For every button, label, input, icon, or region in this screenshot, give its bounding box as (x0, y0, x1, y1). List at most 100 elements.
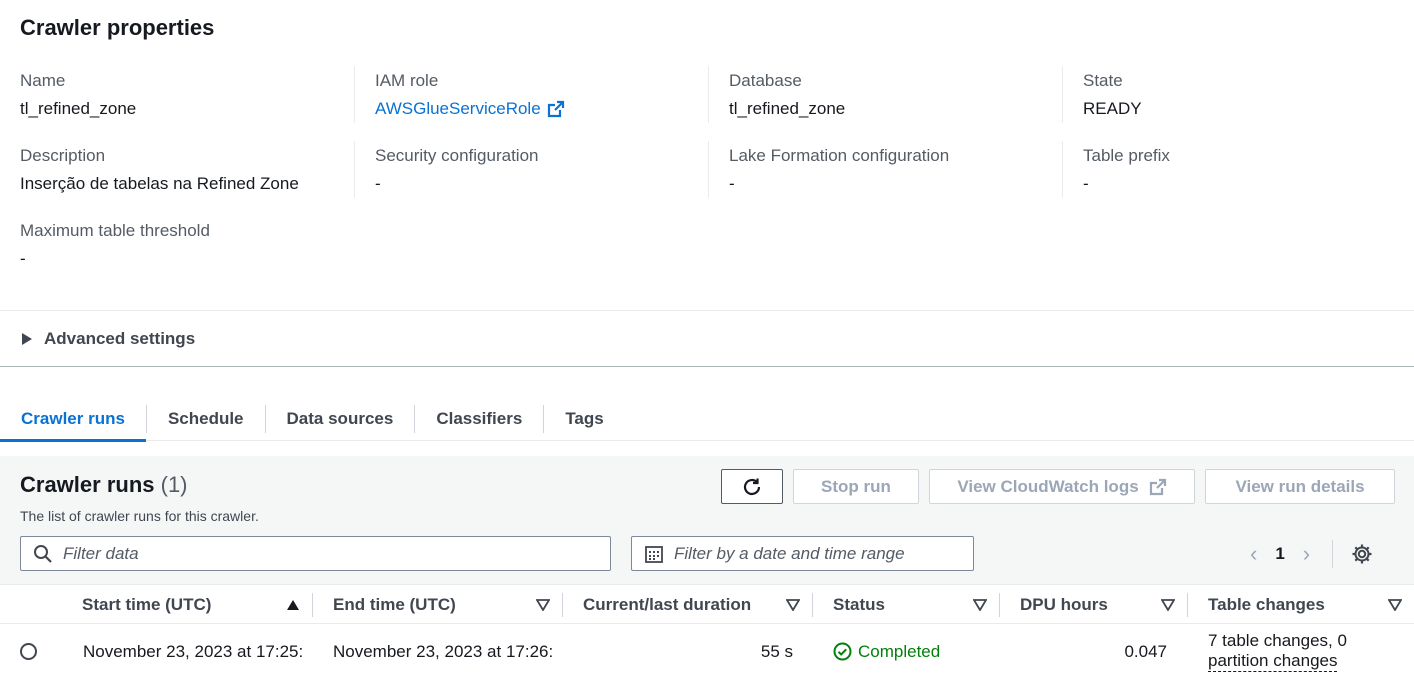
name-value: tl_refined_zone (20, 99, 137, 118)
cell-status: Completed (833, 624, 993, 679)
column-divider (1187, 593, 1188, 617)
crawler-runs-panel: Crawler runs (1) The list of crawler run… (0, 456, 1414, 679)
column-dpu-hours-label: DPU hours (1020, 595, 1108, 614)
property-iam-role: IAM role AWSGlueServiceRole (354, 66, 565, 123)
cell-duration: 55 s (760, 641, 793, 661)
calendar-icon (645, 545, 663, 563)
property-database: Database tl_refined_zone (708, 66, 845, 123)
crawler-runs-description: The list of crawler runs for this crawle… (20, 508, 259, 524)
security-configuration-label: Security configuration (375, 146, 539, 165)
status-success-icon (833, 642, 852, 661)
tab-crawler-runs[interactable]: Crawler runs (0, 397, 146, 442)
iam-role-label: IAM role (375, 71, 439, 90)
refresh-button[interactable] (721, 469, 783, 504)
property-description: Description Inserção de tabelas na Refin… (20, 146, 299, 194)
database-label: Database (729, 71, 802, 90)
sort-caret-icon (1388, 599, 1402, 611)
date-range-placeholder: Filter by a date and time range (674, 543, 905, 563)
table-changes-line2: partition changes (1208, 651, 1338, 672)
table-prefix-value: - (1083, 174, 1089, 193)
tab-schedule[interactable]: Schedule (147, 397, 265, 441)
stop-run-button[interactable]: Stop run (793, 469, 919, 504)
advanced-settings-label: Advanced settings (44, 328, 196, 348)
database-value: tl_refined_zone (729, 99, 846, 118)
column-table-changes[interactable]: Table changes (1208, 585, 1414, 625)
column-duration-label: Current/last duration (583, 595, 752, 614)
column-end-time-label: End time (UTC) (333, 595, 456, 614)
description-value: Inserção de tabelas na Refined Zone (20, 174, 299, 193)
column-start-time[interactable]: Start time (UTC) (82, 585, 312, 625)
iam-role-link[interactable]: AWSGlueServiceRole (375, 99, 565, 119)
row-select-radio[interactable] (20, 643, 37, 660)
view-cloudwatch-logs-label: View CloudWatch logs (957, 476, 1139, 496)
crawler-properties-panel: Crawler properties Name tl_refined_zone … (0, 0, 1414, 310)
status-text: Completed (858, 641, 941, 661)
max-table-threshold-value: - (20, 249, 26, 268)
state-value: READY (1083, 99, 1142, 118)
pager-divider (1332, 540, 1334, 568)
chevron-right-icon[interactable]: › (1303, 541, 1310, 567)
state-label: State (1083, 71, 1123, 90)
column-divider (312, 593, 313, 617)
tabs-container: Crawler runs Schedule Data sources Class… (0, 366, 1414, 456)
max-table-threshold-label: Maximum table threshold (20, 221, 210, 240)
crawler-runs-title: Crawler runs (1) (20, 472, 188, 498)
description-label: Description (20, 146, 106, 165)
filter-data-input[interactable]: Filter data (20, 536, 611, 571)
filter-data-placeholder: Filter data (63, 543, 139, 563)
tab-list: Crawler runs Schedule Data sources Class… (0, 397, 1414, 442)
iam-role-link-text: AWSGlueServiceRole (375, 99, 541, 118)
search-icon (34, 544, 52, 563)
lake-formation-label: Lake Formation configuration (729, 146, 950, 165)
sort-ascending-icon (287, 600, 299, 610)
external-link-icon (547, 100, 564, 118)
name-label: Name (20, 71, 66, 90)
view-run-details-button[interactable]: View run details (1205, 469, 1395, 504)
date-range-filter-input[interactable]: Filter by a date and time range (631, 536, 974, 571)
view-cloudwatch-logs-button[interactable]: View CloudWatch logs (929, 469, 1195, 504)
property-state: State READY (1062, 66, 1142, 123)
sort-caret-icon (786, 599, 800, 611)
cell-table-changes[interactable]: 7 table changes, 0 partition changes (1208, 624, 1398, 679)
crawler-runs-count: (1) (160, 472, 188, 497)
tab-tags[interactable]: Tags (544, 397, 624, 441)
property-table-prefix: Table prefix - (1062, 141, 1170, 198)
sort-caret-icon (973, 599, 987, 611)
settings-gear-icon[interactable] (1351, 543, 1373, 565)
property-security-configuration: Security configuration - (354, 141, 538, 198)
property-lake-formation: Lake Formation configuration - (708, 141, 949, 198)
cell-start-time: November 23, 2023 at 17:25: (83, 641, 304, 661)
column-divider (812, 593, 813, 617)
table-changes-line1: 7 table changes, 0 (1208, 631, 1347, 650)
table-row[interactable]: November 23, 2023 at 17:25: November 23,… (0, 624, 1414, 679)
column-end-time[interactable]: End time (UTC) (333, 585, 562, 625)
table-prefix-label: Table prefix (1083, 146, 1170, 165)
advanced-settings-toggle[interactable]: Advanced settings (0, 310, 1414, 366)
property-max-table-threshold: Maximum table threshold - (20, 221, 210, 269)
tab-data-sources[interactable]: Data sources (266, 397, 415, 441)
column-divider (562, 593, 563, 617)
caret-right-icon (22, 332, 32, 345)
column-dpu-hours[interactable]: DPU hours (1020, 585, 1187, 625)
column-status-label: Status (833, 595, 885, 614)
column-table-changes-label: Table changes (1208, 595, 1325, 614)
lake-formation-value: - (729, 174, 735, 193)
sort-caret-icon (1161, 599, 1175, 611)
external-link-icon (1149, 478, 1166, 495)
security-configuration-value: - (375, 174, 381, 193)
column-duration[interactable]: Current/last duration (583, 585, 812, 625)
refresh-icon (743, 478, 761, 495)
chevron-left-icon[interactable]: ‹ (1250, 541, 1257, 567)
sort-caret-icon (536, 599, 550, 611)
column-status[interactable]: Status (833, 585, 999, 625)
tab-classifiers[interactable]: Classifiers (415, 397, 543, 441)
column-divider (999, 593, 1000, 617)
table-header: Start time (UTC) End time (UTC) Current/… (0, 584, 1414, 624)
cell-dpu-hours: 0.047 (1124, 641, 1167, 661)
property-name: Name tl_refined_zone (20, 71, 136, 119)
crawler-properties-title: Crawler properties (20, 15, 215, 40)
page-number[interactable]: 1 (1275, 544, 1284, 564)
cell-end-time: November 23, 2023 at 17:26: (333, 641, 554, 661)
crawler-runs-title-text: Crawler runs (20, 472, 155, 497)
pagination: ‹ 1 › (1250, 540, 1373, 568)
